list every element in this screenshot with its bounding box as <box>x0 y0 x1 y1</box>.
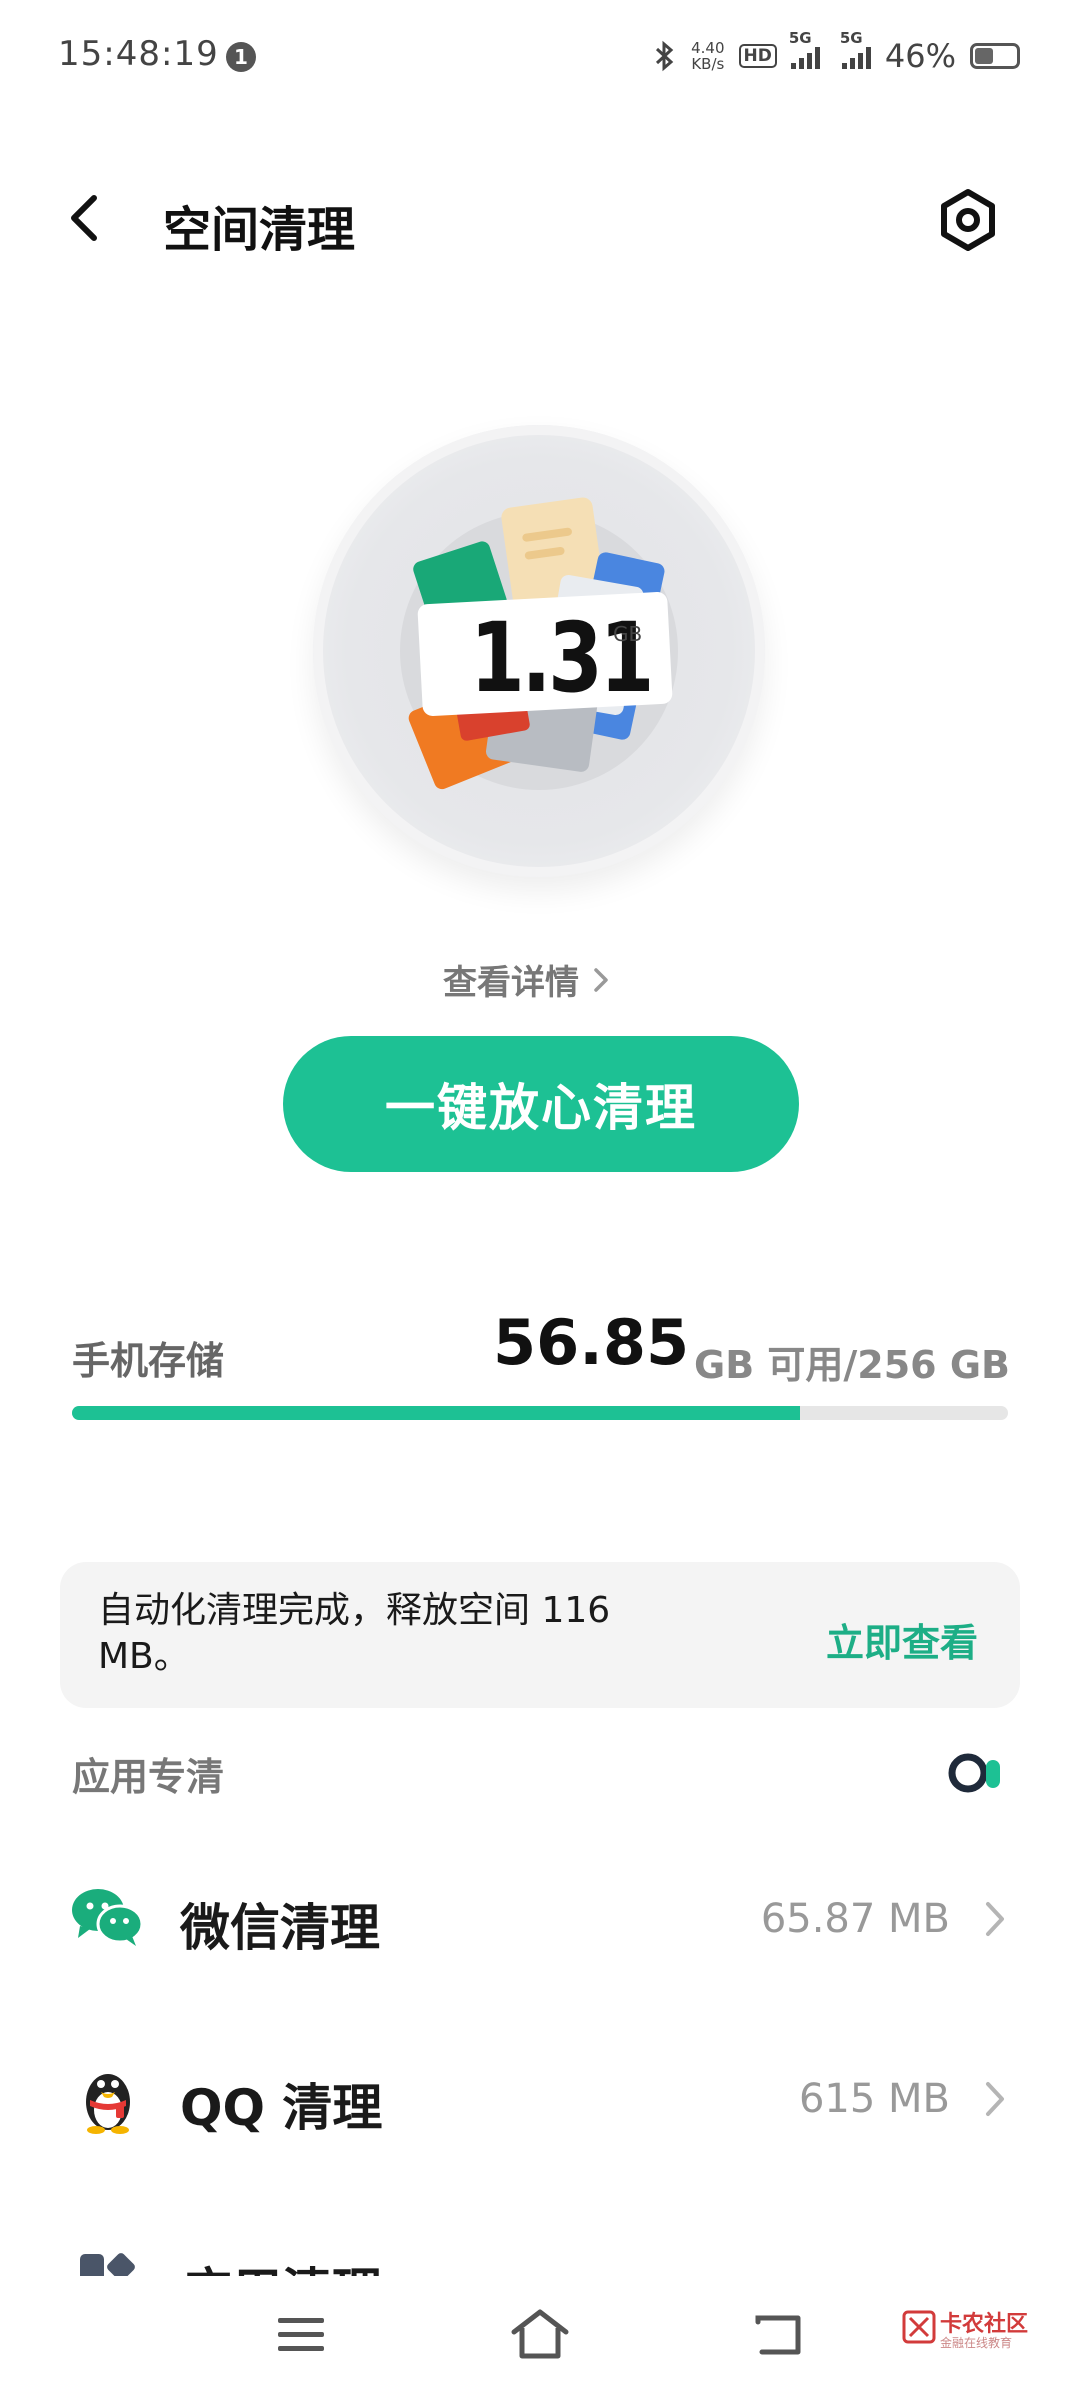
nav-back-icon[interactable] <box>752 2310 808 2358</box>
view-details-link[interactable]: 查看详情 <box>443 955 609 1004</box>
qq-clean-size: 615 MB <box>798 2076 950 2122</box>
chevron-right-icon <box>594 967 608 992</box>
notification-badge: 1 <box>226 42 256 72</box>
one-click-clean-button[interactable]: 一键放心清理 <box>283 1036 799 1172</box>
status-icons: 4.40 KB/s HD 5G 5G 46% <box>653 29 1020 78</box>
gear-icon <box>941 189 995 251</box>
net-speed-value: 4.40 <box>691 39 725 57</box>
signal-icon-2: 5G <box>840 29 871 69</box>
status-time: 15:48:19 <box>58 34 219 74</box>
battery-icon <box>970 43 1020 69</box>
storage-progress-bar <box>72 1406 1008 1420</box>
chevron-left-icon <box>71 195 97 241</box>
back-button[interactable] <box>60 190 116 246</box>
storage-available-value: 56.85 <box>493 1306 690 1379</box>
battery-percent: 46% <box>884 37 956 75</box>
chevron-right-icon <box>986 1902 1004 1936</box>
watermark-subtitle: 金融在线教育 <box>940 2336 1013 2350</box>
signal-icon: 5G <box>789 29 820 69</box>
notice-text: 自动化清理完成，释放空间 116 MB。 <box>98 1590 611 1677</box>
wechat-clean-item[interactable]: 微信清理 <box>180 1888 380 1960</box>
hd-badge: HD <box>738 44 777 68</box>
sim1-tag: 5G <box>788 29 812 47</box>
chevron-right-icon <box>986 2082 1004 2116</box>
junk-size-unit: GB <box>613 622 643 646</box>
page-title: 空间清理 <box>163 202 356 258</box>
settings-button[interactable] <box>936 188 1000 252</box>
app-icon <box>80 2253 135 2276</box>
sim2-tag: 5G <box>839 29 863 47</box>
qq-icon <box>76 2062 140 2134</box>
loading-icon <box>948 1753 1000 1793</box>
net-speed-unit: KB/s <box>691 55 725 73</box>
wechat-clean-size: 65.87 MB <box>760 1896 950 1942</box>
wechat-icon <box>70 1886 144 1948</box>
menu-icon[interactable] <box>276 2316 326 2354</box>
qq-clean-item[interactable]: QQ 清理 <box>180 2068 382 2140</box>
bluetooth-icon <box>656 40 674 72</box>
net-speed: 4.40 KB/s <box>691 40 724 72</box>
storage-available-detail: GB 可用/256 GB <box>694 1343 1010 1387</box>
app-clean-label: 应用清理 <box>182 2252 382 2276</box>
home-icon[interactable] <box>508 2306 572 2362</box>
junk-size-value: 1.31 <box>470 602 654 714</box>
view-details-label: 查看详情 <box>443 963 579 1003</box>
storage-progress-fill <box>72 1406 801 1420</box>
section-title: 应用专清 <box>72 1755 225 1799</box>
storage-label: 手机存储 <box>72 1339 225 1383</box>
app-clean-item[interactable]: 应用清理 <box>0 2248 1080 2276</box>
view-now-link[interactable]: 立即查看 <box>826 1612 978 1667</box>
